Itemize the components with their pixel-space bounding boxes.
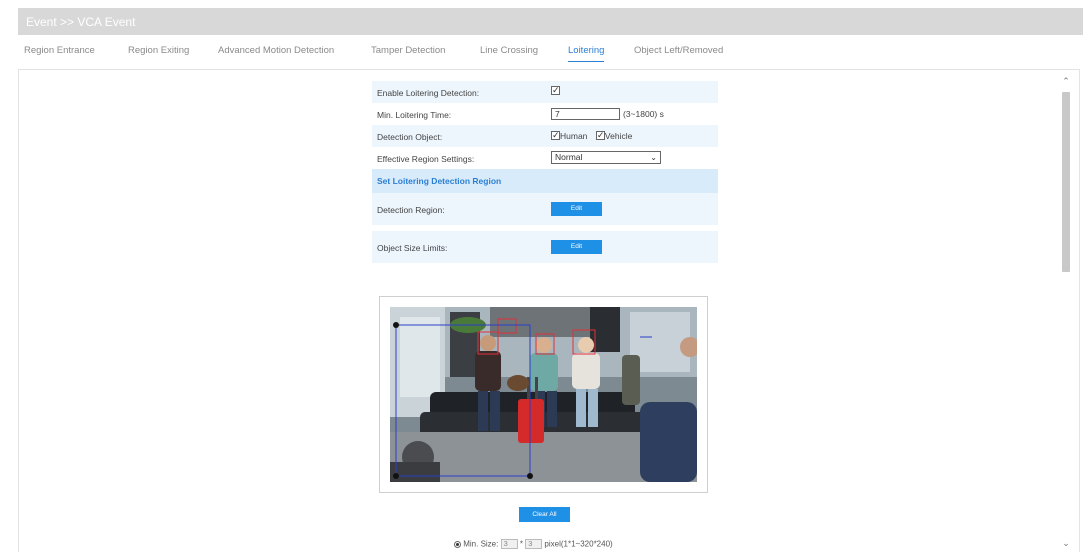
min-size-separator: * (519, 539, 523, 549)
tab-advanced-motion-detection[interactable]: Advanced Motion Detection (218, 45, 334, 56)
enable-row: Enable Loitering Detection: (372, 81, 718, 103)
min-size-label: Min. Size: (463, 539, 499, 549)
page-title: Event >> VCA Event (26, 15, 136, 29)
min-size-width-input[interactable]: 3 (500, 539, 518, 549)
effective-region-label: Effective Region Settings: (377, 154, 475, 164)
min-size-unit: pixel(1*1~320*240) (544, 539, 613, 549)
tab-loitering[interactable]: Loitering (568, 45, 605, 62)
enable-checkbox[interactable] (551, 84, 560, 96)
min-size-radio[interactable] (454, 540, 461, 548)
clear-all-button[interactable]: Clear All (519, 507, 570, 522)
chevron-down-icon[interactable]: ⌄ (1059, 538, 1073, 550)
effective-region-value: Normal (555, 152, 583, 162)
min-time-row: Min. Loitering Time: 7 (3~1800) s (372, 103, 718, 125)
min-time-label: Min. Loitering Time: (377, 110, 452, 120)
effective-region-row: Effective Region Settings: Normal ⌄ (372, 147, 718, 169)
tab-object-left-removed[interactable]: Object Left/Removed (634, 45, 723, 56)
object-size-edit-button[interactable]: Edit (551, 240, 602, 254)
object-size-label: Object Size Limits: (377, 243, 448, 253)
object-size-row: Object Size Limits: Edit (372, 231, 718, 263)
video-preview[interactable] (390, 307, 697, 482)
vehicle-label: Vehicle (604, 130, 633, 141)
detection-region-row: Detection Region: Edit (372, 193, 718, 225)
section-header: Set Loitering Detection Region (372, 169, 718, 193)
effective-region-select[interactable]: Normal ⌄ (551, 151, 661, 164)
video-preview-frame (379, 296, 708, 493)
detection-object-row: Detection Object: Human Vehicle (372, 125, 718, 147)
tab-line-crossing[interactable]: Line Crossing (480, 45, 538, 56)
tab-region-exiting[interactable]: Region Exiting (128, 45, 189, 56)
chevron-down-icon: ⌄ (650, 153, 657, 162)
camera-scene (390, 307, 697, 482)
content-panel: Enable Loitering Detection: Min. Loiteri… (18, 69, 1080, 552)
human-label: Human (560, 130, 588, 141)
vertical-scrollbar[interactable]: ⌃ ⌄ (1059, 76, 1073, 550)
window-titlebar: Event >> VCA Event (18, 8, 1083, 35)
detection-object-label: Detection Object: (377, 132, 443, 142)
human-checkbox[interactable] (551, 129, 560, 141)
section-title: Set Loitering Detection Region (377, 176, 502, 186)
min-size-row: Min. Size: 3 * 3 pixel(1*1~320*240) (454, 539, 613, 549)
tab-tamper-detection[interactable]: Tamper Detection (371, 45, 445, 56)
chevron-up-icon[interactable]: ⌃ (1059, 76, 1073, 88)
vehicle-checkbox[interactable] (595, 129, 605, 141)
enable-label: Enable Loitering Detection: (377, 88, 480, 98)
min-time-input[interactable]: 7 (551, 108, 620, 120)
detection-region-edit-button[interactable]: Edit (551, 202, 602, 216)
loitering-settings-form: Enable Loitering Detection: Min. Loiteri… (372, 81, 718, 263)
scrollbar-thumb[interactable] (1062, 92, 1070, 272)
detection-region-label: Detection Region: (377, 205, 445, 215)
tab-region-entrance[interactable]: Region Entrance (24, 45, 95, 56)
min-time-range: (3~1800) s (623, 109, 664, 119)
min-size-height-input[interactable]: 3 (525, 539, 543, 549)
